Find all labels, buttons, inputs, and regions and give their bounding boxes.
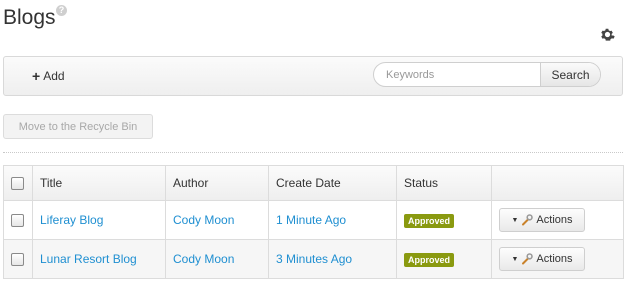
actions-cell: ▼ Actions <box>491 200 624 240</box>
author-cell: Cody Moon <box>165 239 269 279</box>
author-cell: Cody Moon <box>165 200 269 240</box>
status-badge: Approved <box>404 252 455 267</box>
author-link[interactable]: Cody Moon <box>173 252 234 266</box>
title-cell: Liferay Blog <box>32 200 166 240</box>
actions-button-label: Actions <box>536 214 573 226</box>
create-date-cell: 1 Minute Ago <box>268 200 397 240</box>
blog-title-link[interactable]: Liferay Blog <box>40 213 103 227</box>
plus-icon: + <box>32 68 41 84</box>
column-header-actions <box>491 165 624 201</box>
add-button[interactable]: + Add <box>32 69 65 83</box>
page-title: Blogs <box>3 6 56 29</box>
row-checkbox[interactable] <box>11 252 24 266</box>
move-to-recycle-bin-button[interactable]: Move to the Recycle Bin <box>3 114 153 139</box>
toolbar: + Add Search <box>3 56 623 96</box>
actions-button[interactable]: ▼ Actions <box>499 247 585 271</box>
row-checkbox[interactable] <box>11 213 24 227</box>
column-header-author[interactable]: Author <box>165 165 269 201</box>
row-select-cell <box>3 239 33 279</box>
wrench-icon <box>522 253 534 265</box>
search-box: Search <box>373 62 601 87</box>
actions-button[interactable]: ▼ Actions <box>499 208 585 232</box>
actions-button-label: Actions <box>536 253 573 265</box>
caret-down-icon: ▼ <box>511 216 519 224</box>
select-all-checkbox[interactable] <box>11 176 24 190</box>
actions-cell: ▼ Actions <box>491 239 624 279</box>
blog-title-link[interactable]: Lunar Resort Blog <box>40 252 137 266</box>
column-header-status[interactable]: Status <box>396 165 492 201</box>
caret-down-icon: ▼ <box>511 255 519 263</box>
search-button[interactable]: Search <box>540 63 600 86</box>
column-header-title[interactable]: Title <box>32 165 166 201</box>
table-row: Lunar Resort Blog Cody Moon 3 Minutes Ag… <box>3 239 624 279</box>
help-icon[interactable]: ? <box>56 5 67 16</box>
search-input[interactable] <box>374 63 552 86</box>
add-button-label: Add <box>43 69 65 83</box>
create-date-link[interactable]: 1 Minute Ago <box>276 213 346 227</box>
select-all-cell <box>3 165 33 201</box>
status-cell: Approved <box>396 200 492 240</box>
author-link[interactable]: Cody Moon <box>173 213 234 227</box>
column-header-create-date[interactable]: Create Date <box>268 165 397 201</box>
divider <box>3 152 623 153</box>
table-row: Liferay Blog Cody Moon 1 Minute Ago Appr… <box>3 200 624 240</box>
blogs-table: Title Author Create Date Status Liferay … <box>3 165 624 279</box>
wrench-icon <box>522 214 534 226</box>
create-date-link[interactable]: 3 Minutes Ago <box>276 252 352 266</box>
row-select-cell <box>3 200 33 240</box>
table-header-row: Title Author Create Date Status <box>3 165 624 201</box>
title-cell: Lunar Resort Blog <box>32 239 166 279</box>
status-cell: Approved <box>396 239 492 279</box>
create-date-cell: 3 Minutes Ago <box>268 239 397 279</box>
status-badge: Approved <box>404 213 455 228</box>
gear-icon[interactable] <box>600 27 615 42</box>
